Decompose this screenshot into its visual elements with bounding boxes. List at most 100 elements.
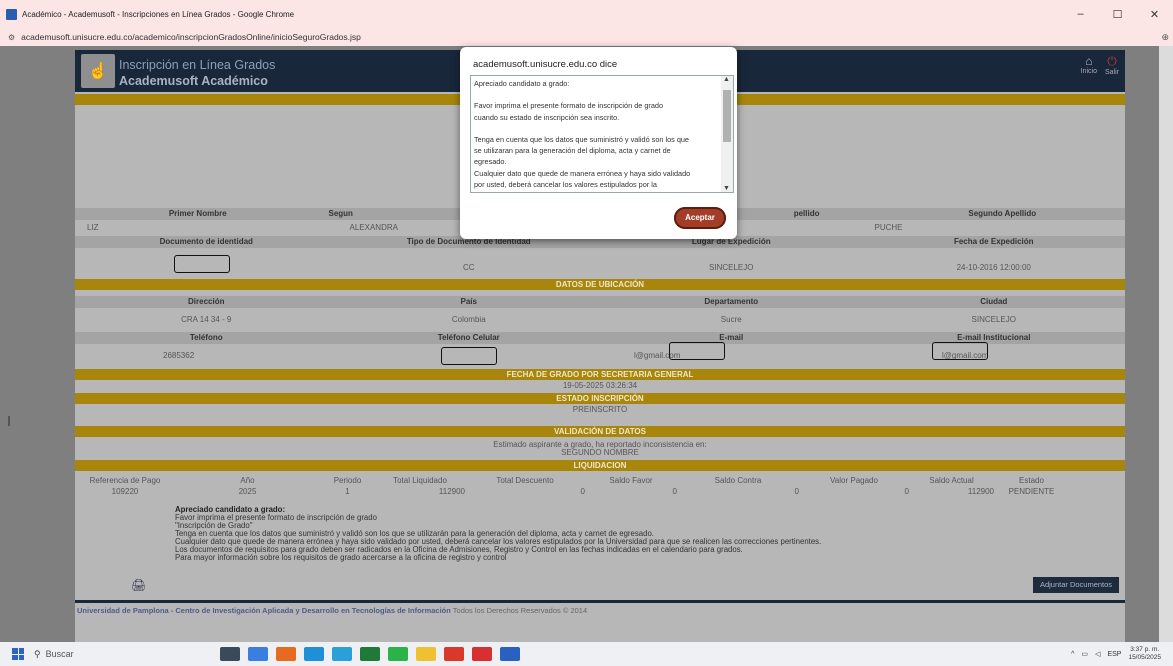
minimize-button[interactable]: –: [1062, 0, 1099, 28]
liq-header-paid: Valor Pagado: [830, 476, 878, 485]
inst-email-header: E-mail Institucional: [957, 333, 1031, 342]
doc-id-header: Documento de identidad: [159, 237, 253, 246]
taskbar-app-icon[interactable]: [499, 647, 520, 661]
doc-type-value: CC: [462, 263, 475, 272]
taskbar-app-icon[interactable]: [247, 647, 268, 661]
mobile-header: Teléfono Celular: [437, 333, 500, 342]
first-name-value: LIZ: [87, 223, 99, 232]
window-title: Académico - Academusoft - Inscripciones …: [22, 9, 295, 19]
home-link[interactable]: ⌂ Inicio: [1081, 54, 1097, 76]
browser-titlebar: Académico - Academusoft - Inscripciones …: [0, 0, 1173, 28]
dialog-message: Apreciado candidato a grado: Favor impri…: [474, 78, 720, 190]
redacted-doc-id: [174, 255, 230, 273]
network-icon[interactable]: ▭: [1081, 650, 1088, 658]
identity-value-row: CC SINCELEJO 24-10-2016 12:00:00: [75, 262, 1125, 274]
liq-header-ref: Referencia de Pago: [89, 476, 161, 485]
clock-time: 3:37 p. m.: [1130, 646, 1160, 653]
taskbar-app-icon[interactable]: [331, 647, 352, 661]
liq-balance: 112900: [967, 487, 994, 496]
liquidation-section-bar: LIQUIDACION: [75, 460, 1125, 471]
grade-date-value: 19-05-2025 03:26:34: [562, 381, 638, 390]
home-icon: ⌂: [1085, 54, 1093, 68]
url-text[interactable]: academusoft.unisucre.edu.co/academico/in…: [21, 32, 361, 42]
accept-button[interactable]: Aceptar: [674, 207, 726, 229]
site-info-icon[interactable]: ⚙: [8, 33, 15, 42]
attach-documents-button[interactable]: Adjuntar Documentos: [1033, 577, 1119, 593]
taskbar-app-icon[interactable]: [471, 647, 492, 661]
liq-ref: 109220: [111, 487, 139, 496]
taskbar-app-icon[interactable]: [219, 647, 240, 661]
liquidation-value-row: 109220 2025 1 112900 0 0 0 0 112900 PEND…: [75, 487, 1125, 496]
country-value: Colombia: [451, 315, 486, 324]
liquidation-header-row: Referencia de Pago Año Periodo Total Liq…: [75, 476, 1125, 485]
dialog-scrollbar[interactable]: ▲ ▼: [721, 76, 733, 192]
validation-line-2: SEGUNDO NOMBRE: [561, 448, 639, 457]
liq-header-total: Total Liquidado: [393, 476, 447, 485]
location-header-row-1: Dirección País Departamento Ciudad: [75, 296, 1125, 308]
power-icon: ⏻: [1107, 54, 1117, 68]
liq-header-status: Estado: [1019, 476, 1044, 485]
taskbar-app-icon[interactable]: [275, 647, 296, 661]
liq-credit: 0: [672, 487, 677, 496]
liq-header-discount: Total Descuento: [496, 476, 554, 485]
taskbar-app-icon[interactable]: [387, 647, 408, 661]
taskbar-apps: [216, 647, 524, 661]
zoom-icon[interactable]: ⊕: [1161, 32, 1169, 43]
phone-header: Teléfono: [189, 333, 223, 342]
liq-header-debit: Saldo Contra: [714, 476, 762, 485]
liq-header-period: Periodo: [333, 476, 362, 485]
city-header: Ciudad: [980, 297, 1008, 306]
header-title: Inscripción en Línea Grados: [119, 58, 276, 72]
grade-date-section-bar: FECHA DE GRADO POR SECRETARIA GENERAL: [75, 369, 1125, 380]
dialog-line: se utilizaran para la generación del dip…: [474, 146, 671, 156]
dialog-line: Tenga en cuenta que los datos que sumini…: [474, 134, 689, 144]
liq-header-year: Año: [240, 476, 255, 485]
liq-paid: 0: [904, 487, 909, 496]
clock-date: 15/05/2025: [1128, 654, 1161, 661]
clock[interactable]: 3:37 p. m. 15/05/2025: [1128, 646, 1161, 662]
city-value: SINCELEJO: [971, 315, 1016, 324]
taskbar-app-icon[interactable]: [443, 647, 464, 661]
issue-date-header: Fecha de Expedición: [953, 237, 1034, 246]
dialog-title: academusoft.unisucre.edu.co dice: [473, 59, 618, 70]
redacted-inst-email: [932, 342, 988, 360]
volume-icon[interactable]: ◁: [1095, 650, 1100, 658]
windows-start-icon[interactable]: [12, 648, 24, 660]
tray-chevron-icon[interactable]: ^: [1071, 651, 1074, 658]
scroll-down-icon[interactable]: ▼: [723, 185, 730, 192]
system-tray: ^ ▭ ◁ ESP 3:37 p. m. 15/05/2025: [1071, 642, 1161, 666]
address-header: Dirección: [188, 297, 225, 306]
scroll-thumb[interactable]: [723, 90, 731, 142]
taskbar-search[interactable]: Buscar: [46, 649, 176, 659]
language-indicator[interactable]: ESP: [1107, 651, 1121, 658]
redacted-mobile: [441, 347, 497, 365]
close-button[interactable]: ✕: [1136, 0, 1173, 28]
taskbar-app-icon[interactable]: [359, 647, 380, 661]
taskbar-app-icon[interactable]: [415, 647, 436, 661]
liq-total: 112900: [438, 487, 465, 496]
header-nav: ⌂ Inicio ⏻ Salir: [1081, 54, 1119, 76]
location-section-bar: DATOS DE UBICACIÓN: [75, 279, 1125, 290]
maximize-button[interactable]: ☐: [1099, 0, 1136, 28]
right-side-panel: [1159, 46, 1173, 642]
address-bar[interactable]: ⚙ academusoft.unisucre.edu.co/academico/…: [0, 28, 1173, 46]
home-label: Inicio: [1080, 68, 1097, 75]
department-header: Departamento: [704, 297, 759, 306]
dialog-message-box[interactable]: Apreciado candidato a grado: Favor impri…: [470, 75, 734, 193]
liq-debit: 0: [794, 487, 799, 496]
footer-text: Universidad de Pamplona - Centro de Inve…: [77, 606, 587, 615]
printer-icon[interactable]: 🖨: [131, 578, 146, 592]
scroll-up-icon[interactable]: ▲: [723, 76, 730, 83]
window-controls: – ☐ ✕: [1062, 0, 1173, 28]
liq-status: PENDIENTE: [1008, 487, 1055, 496]
address-value: CRA 14 34 - 9: [181, 315, 232, 324]
hand-logo-icon: ☝: [81, 54, 115, 88]
first-name-header: Primer Nombre: [168, 209, 227, 218]
search-icon[interactable]: ⚲: [34, 649, 41, 660]
liq-year: 2025: [238, 487, 257, 496]
department-value: Sucre: [720, 315, 742, 324]
taskbar-app-icon[interactable]: [303, 647, 324, 661]
app-icon: [6, 8, 17, 20]
dialog-line: Favor imprima el presente formato de ins…: [474, 101, 663, 111]
exit-link[interactable]: ⏻ Salir: [1105, 54, 1119, 76]
